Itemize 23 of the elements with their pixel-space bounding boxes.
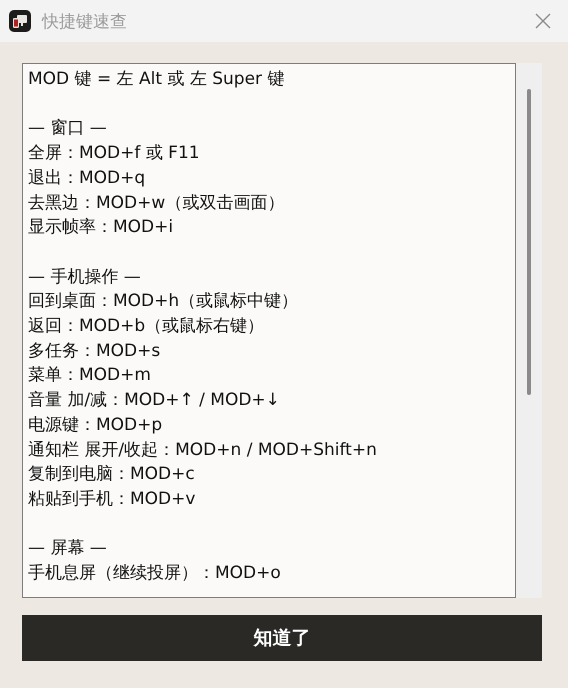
ok-button[interactable]: 知道了	[22, 615, 542, 661]
text-line: 音量 加/减：MOD+↑ / MOD+↓	[28, 389, 281, 412]
close-icon[interactable]	[535, 13, 551, 29]
text-line: MOD 键 = 左 Alt 或 左 Super 键	[28, 68, 286, 91]
app-icon	[9, 10, 31, 32]
text-line: 去黑边：MOD+w（或双击画面）	[28, 192, 286, 214]
section-heading: — 屏幕 —	[28, 537, 108, 560]
text-line: 通知栏 展开/收起：MOD+n / MOD+Shift+n	[28, 438, 378, 462]
text-line: 返回：MOD+b（或鼠标右键）	[28, 315, 266, 338]
section-heading: — 窗口 —	[28, 117, 108, 140]
text-line: 手机息屏（继续投屏）：MOD+o	[28, 562, 282, 586]
text-line: 复制到电脑：MOD+c	[28, 463, 196, 486]
text-line: 退出：MOD+q	[28, 166, 146, 190]
text-line: 电源键：MOD+p	[28, 414, 164, 437]
text-line: 菜单：MOD+m	[28, 364, 152, 388]
scrollbar-thumb[interactable]	[527, 89, 531, 395]
window-title: 快捷键速查	[42, 10, 128, 32]
text-line: 多任务：MOD+s	[28, 340, 162, 363]
section-heading: — 手机操作 —	[28, 266, 142, 289]
text-line: 显示帧率：MOD+i	[28, 216, 174, 240]
text-line: 全屏：MOD+f 或 F11	[28, 142, 201, 166]
text-line: 回到桌面：MOD+h（或鼠标中键）	[28, 290, 300, 314]
text-line: 粘贴到手机：MOD+v	[28, 488, 196, 511]
